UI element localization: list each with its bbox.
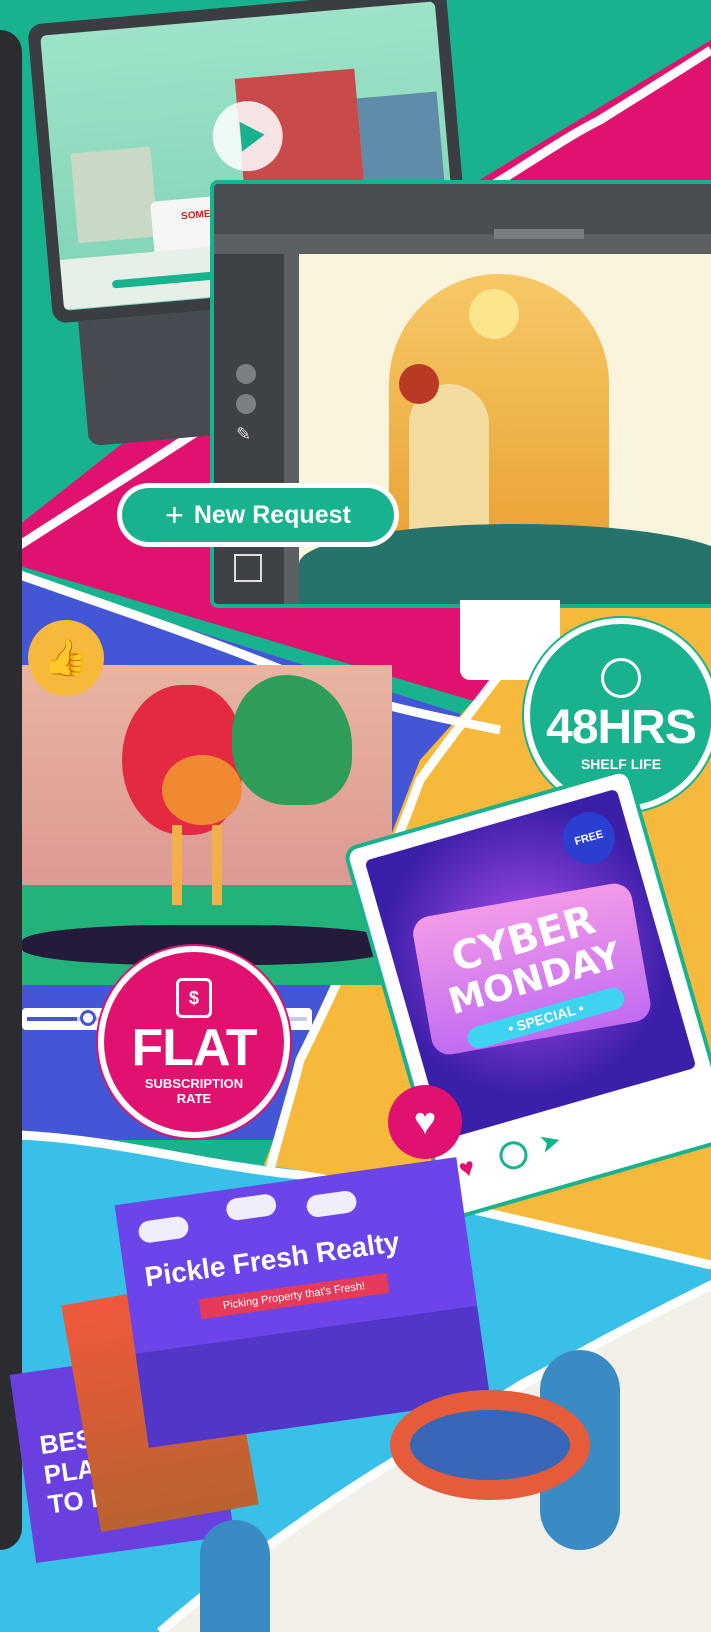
flat-subtitle-2: RATE xyxy=(176,1091,212,1106)
new-request-label: New Request xyxy=(193,500,351,529)
thumbs-up-icon: 👍 xyxy=(43,637,89,678)
shelf-life-hours: 48HRS xyxy=(546,701,697,754)
play-icon xyxy=(239,121,265,152)
design-app-monitor: ✎ xyxy=(210,180,711,608)
canvas-artwork xyxy=(299,254,711,604)
play-button[interactable] xyxy=(209,98,286,175)
flat-subtitle-1: SUBSCRIPTION xyxy=(144,1076,244,1091)
left-rail xyxy=(0,30,22,1550)
toolbar: ✎ xyxy=(214,254,284,604)
like-button[interactable]: 👍 xyxy=(28,620,104,696)
new-request-button[interactable]: + New Request xyxy=(122,488,394,542)
cyber-corner-tag: FREE xyxy=(556,806,622,871)
share-icon[interactable]: ➤ xyxy=(535,1124,564,1160)
stopwatch-icon xyxy=(601,658,641,698)
rooster-illustration xyxy=(22,665,392,985)
heart-icon: ♥ xyxy=(413,1101,437,1143)
flat-subscription-badge: $ FLAT SUBSCRIPTION RATE xyxy=(104,952,284,1132)
pen-tool-icon[interactable]: ✎ xyxy=(236,424,256,444)
flat-title: FLAT xyxy=(131,1019,258,1077)
dollar-lock-icon: $ xyxy=(176,978,212,1018)
plus-icon: + xyxy=(165,497,184,533)
circle-tool-icon[interactable] xyxy=(236,394,256,414)
like-heart-button[interactable]: ♥ xyxy=(388,1085,462,1159)
layers-icon[interactable] xyxy=(234,554,262,582)
cactus-left xyxy=(200,1520,270,1632)
brush-icon[interactable] xyxy=(236,364,256,384)
slider-thumb[interactable] xyxy=(80,1010,96,1026)
embroidered-cactus-artwork xyxy=(300,1350,711,1632)
comment-icon[interactable] xyxy=(496,1137,531,1173)
realty-title: Pickle Fresh Realty xyxy=(142,1226,402,1293)
